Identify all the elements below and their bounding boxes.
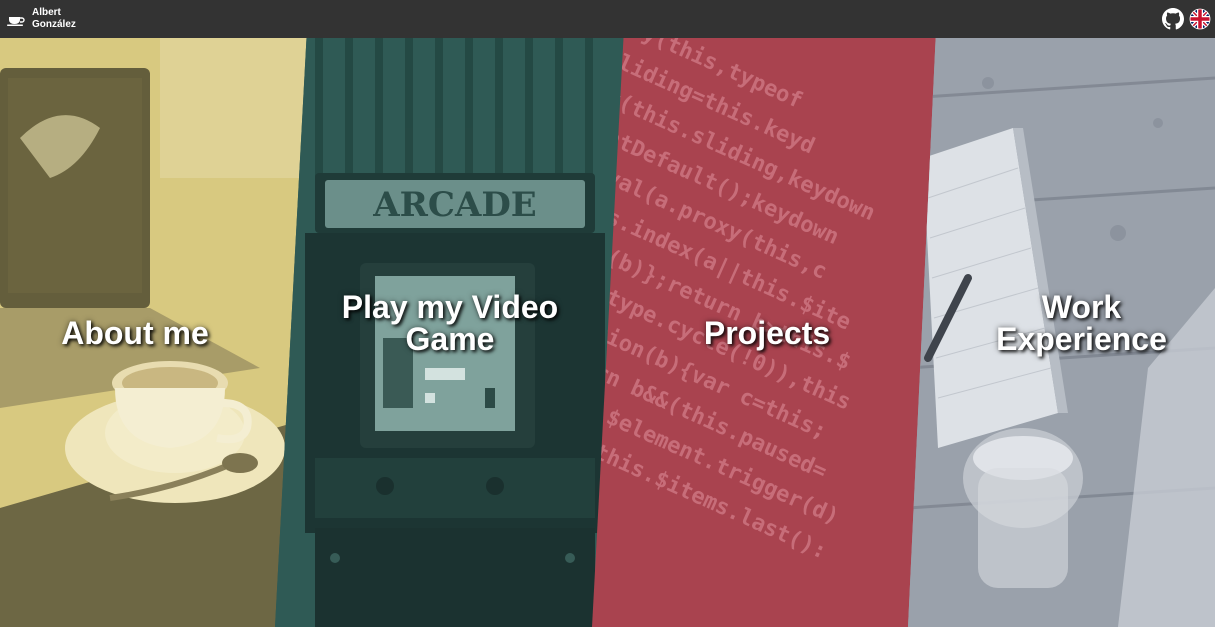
brand-name: Albert González [32,7,76,31]
brand-last-name: González [32,19,76,30]
brand-first-name: Albert [32,7,61,18]
brand-link[interactable]: Albert González [6,7,76,31]
work-experience-panel[interactable]: Work Experience [908,38,1215,627]
coffee-cup-icon [6,11,26,27]
projects-panel[interactable]: o.c.proxy(this,typeof this.sliding=this.… [592,38,942,627]
source-code-photo: o.c.proxy(this,typeof this.sliding=this.… [592,38,879,565]
uk-flag-icon[interactable] [1189,8,1211,30]
about-me-panel[interactable]: About me [0,38,310,627]
top-right-actions [1157,8,1211,30]
github-icon[interactable] [1162,8,1184,30]
video-game-panel[interactable]: ARCADE Play my Video Game [275,38,625,627]
arcade-cabinet-photo: ARCADE [275,38,625,627]
desk-with-notebook-and-glass-photo [908,38,1215,627]
top-navbar: Albert González [0,0,1215,38]
laptop-and-coffee-photo [0,38,310,627]
section-panels: About me ARCADE Play my Video Game o.c.p… [0,38,1215,627]
svg-text:ARCADE: ARCADE [372,185,536,225]
